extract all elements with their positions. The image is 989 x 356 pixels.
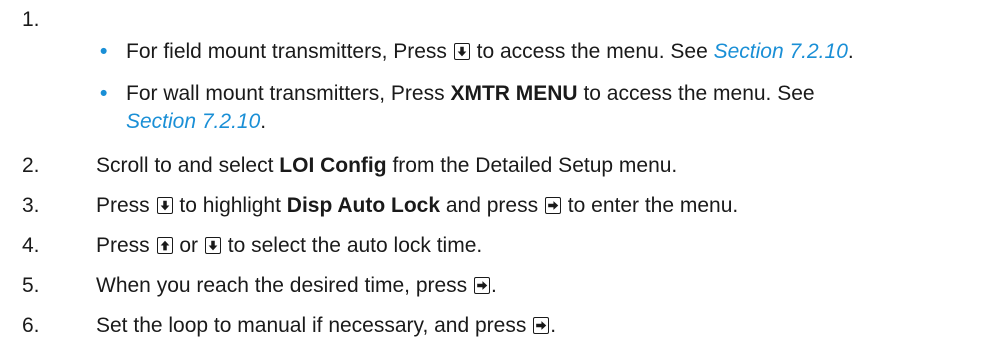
step-1-bullet-wall-mount-cont: Section 7.2.10. [126, 110, 266, 134]
step-text: to highlight [179, 194, 281, 217]
step-number: 3. [22, 194, 40, 217]
step-4-text: Press or to select the auto lock time. [96, 234, 482, 258]
step-1-bullet-wall-mount: For wall mount transmitters, Press XMTR … [126, 82, 815, 106]
step-text: Set the loop to manual if necessary, and… [96, 314, 527, 337]
down-arrow-key-icon [453, 43, 470, 60]
step-text: Press [96, 234, 150, 257]
bullet-marker: • [100, 82, 108, 105]
bullet-text: to access the menu. See [583, 82, 815, 105]
step-text: Press [96, 194, 150, 217]
bullet-text: to access the menu. See [476, 40, 708, 63]
right-arrow-key-icon [474, 277, 491, 294]
step-number: 5. [22, 274, 40, 297]
step-end: . [550, 314, 557, 337]
step-text: to select the auto lock time. [227, 234, 483, 257]
bullet-end: . [847, 40, 854, 63]
step-number: 2. [22, 154, 40, 177]
step-end: . [491, 274, 497, 297]
step-1-bullet-field-mount: For field mount transmitters, Press to a… [126, 40, 854, 64]
section-link[interactable]: Section 7.2.10 [714, 40, 848, 63]
step-number: 4. [22, 234, 40, 257]
step-text: and press [445, 194, 539, 217]
up-arrow-key-icon [156, 237, 173, 254]
step-2-text: Scroll to and select LOI Config from the… [96, 154, 677, 178]
step-6-text: Set the loop to manual if necessary, and… [96, 314, 556, 338]
step-text: to enter the menu. [567, 194, 739, 217]
bullet-end: . [260, 110, 267, 133]
step-text: When you reach the desired time, press [96, 274, 468, 297]
menu-name: Disp Auto Lock [286, 194, 441, 217]
step-text: or [179, 234, 199, 257]
step-number: 6. [22, 314, 40, 337]
section-link[interactable]: Section 7.2.10 [126, 110, 260, 133]
right-arrow-key-icon [533, 317, 550, 334]
step-text: from the Detailed Setup menu. [392, 154, 678, 177]
step-5-text: When you reach the desired time, press . [96, 274, 497, 298]
step-text: Scroll to and select [96, 154, 274, 177]
step-3-text: Press to highlight Disp Auto Lock and pr… [96, 194, 738, 218]
down-arrow-key-icon [156, 197, 173, 214]
bullet-text: For field mount transmitters, Press [126, 40, 447, 63]
down-arrow-key-icon [204, 237, 221, 254]
bullet-marker: • [100, 40, 108, 63]
step-number: 1. [22, 8, 40, 31]
key-name: XMTR MENU [450, 82, 578, 105]
right-arrow-key-icon [544, 197, 561, 214]
bullet-text: For wall mount transmitters, Press [126, 82, 445, 105]
menu-name: LOI Config [279, 154, 387, 177]
